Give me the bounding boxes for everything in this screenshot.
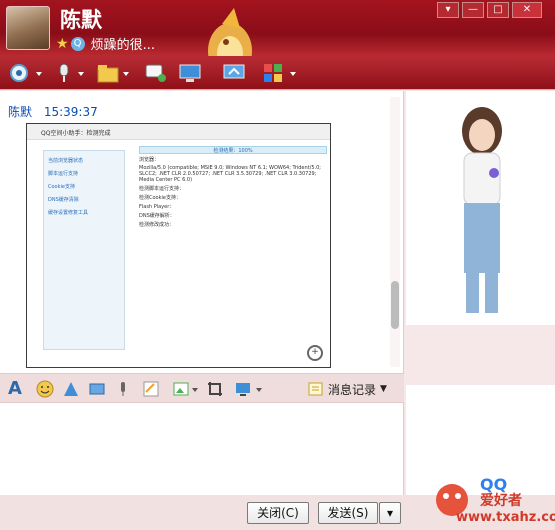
image-line: DNS缓存解析： (139, 213, 175, 219)
image-side-item: Cookie支持 (48, 184, 75, 190)
share-screen-icon[interactable] (178, 62, 202, 84)
screenshot-icon[interactable] (206, 380, 224, 398)
contact-name: 陈默 (60, 8, 102, 32)
image-line: 浏览器： (139, 157, 160, 163)
font-icon[interactable]: A (8, 380, 26, 398)
send-button[interactable]: 发送(S) (318, 502, 378, 524)
message-image[interactable]: QQ空间小助手：检测完成 当前浏览器状态 脚本运行支持 Cookie支持 DNS… (26, 123, 331, 368)
voice-message-icon[interactable] (114, 380, 132, 398)
star-icon: ★ (56, 35, 69, 52)
image-sidebar: 当前浏览器状态 脚本运行支持 Cookie支持 DNS缓存清除 缓存设置修复工具 (43, 150, 125, 350)
signature-text: 烦躁的很... (90, 38, 155, 53)
input-toolbar: A 消息记录 ▼ (0, 373, 404, 403)
image-side-item: 脚本运行支持 (48, 171, 79, 177)
sms-icon[interactable] (144, 62, 168, 84)
title-bar: 陈默 ★ Q 烦躁的很... ▾ — □ ✕ (0, 0, 555, 79)
image-main: 检测结果：100% 浏览器： Mozilla/5.0 (compatible; … (139, 146, 327, 361)
emoji-icon[interactable] (36, 380, 54, 398)
minimize-button[interactable]: — (462, 2, 484, 18)
zoom-in-icon[interactable]: + (307, 345, 323, 361)
maximize-button[interactable]: □ (487, 2, 509, 18)
status-row: ★ Q 烦躁的很... (56, 34, 155, 54)
menu-button[interactable]: ▾ (437, 2, 459, 18)
image-line: 检测Cookie支持： (139, 195, 181, 201)
image-line: Mozilla/5.0 (compatible; MSIE 9.0; Windo… (139, 165, 321, 183)
image-header-bar: 检测结果：100% (139, 146, 327, 154)
image-side-item: DNS缓存清除 (48, 197, 79, 203)
qq-show-figure (462, 107, 502, 313)
watermark-brand: 爱好者 (480, 493, 522, 509)
image-line: Flash Player： (139, 204, 175, 210)
message-area[interactable]: 陈默 15:39:37 QQ空间小助手：检测完成 当前浏览器状态 脚本运行支持 … (0, 91, 404, 373)
voice-call-icon[interactable] (52, 62, 76, 84)
image-side-item: 缓存设置修复工具 (48, 210, 89, 216)
video-call-icon[interactable] (8, 62, 32, 84)
message-header: 陈默 15:39:37 (8, 103, 98, 120)
remote-assist-icon[interactable] (222, 62, 246, 84)
message-time: 15:39:37 (43, 105, 98, 119)
send-options-button[interactable]: ▾ (379, 502, 401, 524)
apps-icon[interactable] (262, 62, 286, 84)
chevron-down-icon[interactable] (256, 388, 262, 392)
scrollbar-thumb[interactable] (391, 281, 399, 329)
chevron-down-icon[interactable] (290, 72, 296, 76)
show-panel-footer (406, 325, 555, 373)
image-line: 检测脚本运行支持： (139, 186, 185, 192)
scribble-icon[interactable] (142, 380, 160, 398)
screen-share-icon[interactable] (234, 380, 252, 398)
chevron-down-icon[interactable] (192, 388, 198, 392)
message-sender: 陈默 (8, 105, 33, 119)
chevron-down-icon[interactable] (123, 72, 129, 76)
qzone-icon[interactable]: Q (70, 36, 85, 51)
send-image-icon[interactable] (172, 380, 190, 398)
close-button[interactable]: 关闭(C) (247, 502, 309, 524)
send-file-icon[interactable] (96, 62, 120, 84)
watermark-url: www.txahz.com (456, 510, 555, 525)
message-history-button[interactable]: 消息记录 ▼ (308, 379, 387, 399)
image-window-title: QQ空间小助手：检测完成 (27, 124, 330, 140)
top-toolbar (0, 56, 555, 90)
chevron-down-icon[interactable] (36, 72, 42, 76)
history-icon (308, 382, 323, 396)
image-line: 检测修改成功： (139, 222, 175, 228)
video-clip-icon[interactable] (88, 380, 106, 398)
qq-show-panel (406, 91, 555, 325)
avatar[interactable] (6, 6, 50, 50)
chevron-down-icon[interactable] (78, 72, 84, 76)
close-icon[interactable]: ✕ (512, 2, 542, 18)
shake-icon[interactable] (62, 380, 80, 398)
image-side-item: 当前浏览器状态 (48, 158, 84, 164)
chevron-down-icon[interactable]: ▼ (380, 384, 387, 394)
history-label: 消息记录 (328, 382, 377, 397)
message-input[interactable] (0, 403, 404, 495)
